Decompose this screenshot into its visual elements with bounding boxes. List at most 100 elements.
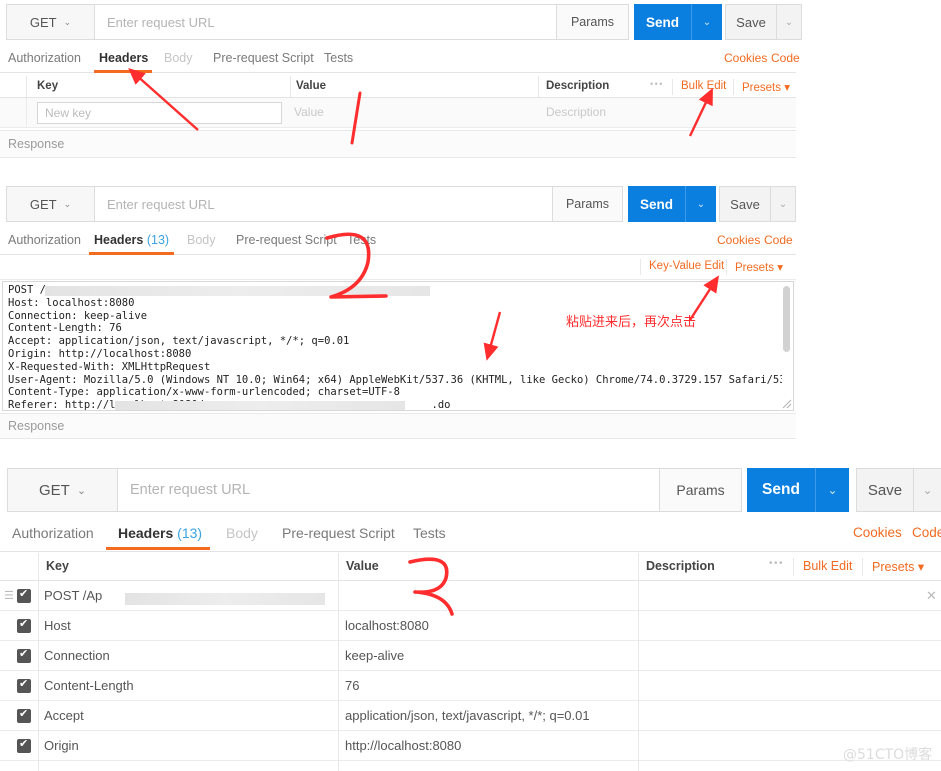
- table-row[interactable]: Accept application/json, text/javascript…: [0, 701, 941, 731]
- save-button-group-1: Save ⌄: [725, 4, 802, 40]
- tab-label: Headers: [118, 525, 174, 541]
- tab-authorization-1[interactable]: Authorization: [8, 51, 81, 65]
- new-key-placeholder: New key: [45, 106, 92, 120]
- tab-pre-request-script-2[interactable]: Pre-request Script: [236, 233, 337, 247]
- save-options-button-3[interactable]: ⌄: [914, 468, 941, 512]
- chevron-down-icon: ▾: [917, 560, 925, 574]
- raw-headers-textarea-2[interactable]: POST / Host: localhost:8080 Connection: …: [2, 281, 794, 411]
- more-options-icon-1[interactable]: •••: [650, 79, 664, 89]
- chevron-down-icon: ⌄: [702, 16, 712, 28]
- cookies-link-1[interactable]: Cookies: [724, 51, 767, 65]
- save-button-1[interactable]: Save: [725, 4, 777, 40]
- cookies-link-2[interactable]: Cookies: [717, 233, 760, 247]
- code-link-3[interactable]: Code: [912, 525, 941, 540]
- redaction-block: [115, 401, 405, 410]
- url-input-1[interactable]: Enter request URL: [95, 5, 556, 39]
- tab-pre-request-script-1[interactable]: Pre-request Script: [213, 51, 314, 65]
- row-checkbox[interactable]: [17, 647, 31, 663]
- chevron-down-icon: ⌄: [63, 198, 72, 209]
- params-label: Params: [676, 482, 725, 498]
- new-key-input-1[interactable]: New key: [37, 102, 282, 124]
- send-button-1[interactable]: Send: [634, 4, 691, 40]
- column-header-description-3: Description: [646, 559, 715, 573]
- bulk-edit-link-3[interactable]: Bulk Edit: [803, 559, 852, 573]
- url-input-3[interactable]: Enter request URL: [118, 469, 659, 511]
- send-options-button-3[interactable]: ⌄: [815, 468, 849, 512]
- response-bar-1: Response: [0, 130, 796, 158]
- tab-body-2[interactable]: Body: [187, 233, 216, 247]
- url-input-2[interactable]: Enter request URL: [95, 187, 552, 221]
- method-selector-3[interactable]: GET ⌄: [8, 469, 118, 511]
- save-options-button-2[interactable]: ⌄: [771, 186, 796, 222]
- tab-headers-2[interactable]: Headers (13): [94, 233, 169, 247]
- send-options-button-1[interactable]: ⌄: [691, 4, 722, 40]
- row-key: Host: [44, 618, 71, 633]
- row-checkbox[interactable]: [17, 737, 31, 753]
- new-value-placeholder-1[interactable]: Value: [294, 105, 324, 119]
- tab-label: Pre-request Script: [213, 51, 314, 65]
- params-button-1[interactable]: Params: [556, 5, 628, 39]
- send-options-button-2[interactable]: ⌄: [685, 186, 716, 222]
- send-button-3[interactable]: Send: [747, 468, 815, 512]
- table-row[interactable]: Content-Length 76: [0, 671, 941, 701]
- params-button-3[interactable]: Params: [659, 469, 741, 511]
- url-placeholder: Enter request URL: [107, 196, 215, 212]
- raw-scrollbar-thumb[interactable]: [783, 286, 790, 352]
- bulk-edit-link-1[interactable]: Bulk Edit: [681, 80, 726, 92]
- table-row[interactable]: Host localhost:8080: [0, 611, 941, 641]
- more-options-icon-3[interactable]: •••: [769, 558, 784, 569]
- save-button-2[interactable]: Save: [719, 186, 771, 222]
- tab-pre-request-script-3[interactable]: Pre-request Script: [282, 525, 395, 541]
- tab-label: Body: [187, 233, 216, 247]
- row-checkbox[interactable]: [17, 617, 31, 633]
- table-row[interactable]: ☰ POST /Ap ✕: [0, 581, 941, 611]
- new-description-placeholder-1[interactable]: Description: [546, 105, 606, 119]
- tab-authorization-3[interactable]: Authorization: [12, 525, 94, 541]
- drag-handle-icon[interactable]: ☰: [4, 591, 14, 602]
- save-options-button-1[interactable]: ⌄: [777, 4, 802, 40]
- column-header-description-1: Description: [546, 80, 610, 92]
- chevron-down-icon: ⌄: [63, 16, 72, 27]
- response-bar-2: Response: [0, 413, 796, 439]
- tab-tests-1[interactable]: Tests: [324, 51, 353, 65]
- presets-dropdown-3[interactable]: Presets ▾: [872, 559, 924, 574]
- tab-body-1[interactable]: Body: [164, 51, 193, 65]
- tab-headers-1[interactable]: Headers: [99, 51, 148, 65]
- tab-tests-2[interactable]: Tests: [347, 233, 376, 247]
- presets-label: Presets: [735, 262, 774, 274]
- presets-dropdown-2[interactable]: Presets ▾: [735, 260, 783, 274]
- code-link-1[interactable]: Code: [771, 51, 800, 65]
- url-placeholder: Enter request URL: [107, 14, 215, 30]
- row-checkbox[interactable]: [17, 707, 31, 723]
- tab-tests-3[interactable]: Tests: [413, 525, 446, 541]
- tab-label: Authorization: [8, 51, 81, 65]
- cookies-label: Cookies: [717, 233, 761, 247]
- tab-label: Tests: [413, 525, 446, 541]
- save-button-3[interactable]: Save: [856, 468, 914, 512]
- code-link-2[interactable]: Code: [764, 233, 793, 247]
- raw-headers-text: POST / Host: localhost:8080 Connection: …: [8, 284, 793, 411]
- table-row[interactable]: Connection keep-alive: [0, 641, 941, 671]
- remove-row-button[interactable]: ✕: [926, 588, 937, 604]
- cookies-link-3[interactable]: Cookies: [853, 525, 902, 540]
- tab-body-3[interactable]: Body: [226, 525, 258, 541]
- params-button-2[interactable]: Params: [552, 187, 622, 221]
- tab-headers-3[interactable]: Headers (13): [118, 525, 202, 541]
- tab-authorization-2[interactable]: Authorization: [8, 233, 81, 247]
- raw-toolbar-2: Key-Value Edit Presets ▾: [0, 255, 796, 280]
- save-button-group-2: Save ⌄: [719, 186, 796, 222]
- presets-dropdown-1[interactable]: Presets ▾: [742, 80, 790, 94]
- row-checkbox[interactable]: [17, 587, 31, 603]
- resize-grip-icon[interactable]: [781, 398, 792, 409]
- method-selector-2[interactable]: GET ⌄: [7, 187, 95, 221]
- chevron-down-icon: ⌄: [784, 16, 794, 28]
- table-row[interactable]: Origin http://localhost:8080: [0, 731, 941, 761]
- row-value: keep-alive: [345, 648, 405, 663]
- send-label: Send: [762, 481, 800, 498]
- row-checkbox[interactable]: [17, 677, 31, 693]
- method-selector-1[interactable]: GET ⌄: [7, 5, 95, 39]
- row-key: Origin: [44, 738, 79, 753]
- url-bar-1: GET ⌄ Enter request URL Params: [6, 4, 629, 40]
- send-button-2[interactable]: Send: [628, 186, 685, 222]
- key-value-edit-link-2[interactable]: Key-Value Edit: [649, 260, 724, 272]
